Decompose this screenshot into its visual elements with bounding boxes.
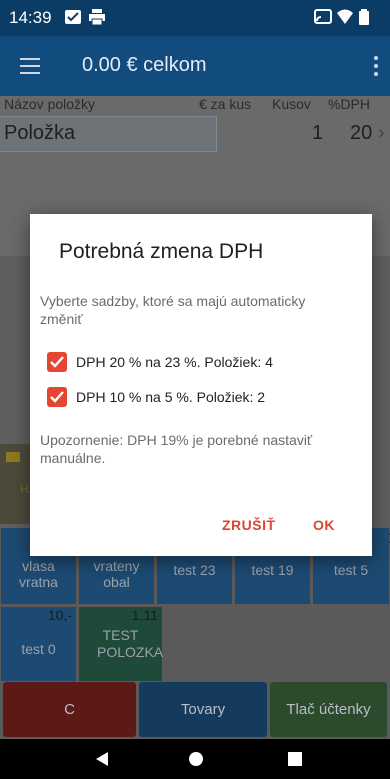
chevron-right-icon[interactable]: › — [378, 122, 385, 145]
menu-icon[interactable] — [20, 58, 40, 74]
qty-value[interactable]: 1 — [312, 122, 323, 145]
products-button[interactable]: Tovary — [139, 682, 267, 737]
dialog-title: Potrebná zmena DPH — [59, 240, 264, 263]
dialog-message: Vyberte sadzby, ktoré sa majú automatick… — [40, 293, 306, 327]
checkbox-checked-icon[interactable] — [47, 387, 67, 407]
battery-icon — [358, 9, 370, 25]
hidden-tile[interactable]: H — [0, 444, 30, 524]
tile-label: TEST POLOZKA — [97, 627, 164, 660]
qty-header: Kusov — [272, 96, 311, 112]
option-label: DPH 20 % na 23 %. Položiek: 4 — [76, 354, 273, 370]
vat-option-10-to-5[interactable]: DPH 10 % na 5 %. Položiek: 2 — [47, 386, 347, 408]
unit-price-header: € za kus — [199, 96, 252, 112]
tile-test-0[interactable]: 10,- test 0 — [1, 607, 76, 681]
status-bar: 14:39 — [0, 0, 390, 36]
ok-button[interactable]: OK — [313, 517, 335, 533]
tile-label: test 23 — [173, 562, 216, 578]
tile-label: vlasa vratna — [19, 558, 58, 590]
vat-header: %DPH — [328, 96, 371, 112]
dialog-warning: Upozornenie: DPH 19% je porebné nastaviť… — [40, 432, 313, 466]
folder-icon — [6, 452, 20, 462]
printer-icon — [88, 9, 106, 26]
name-header: Názov položky — [4, 96, 96, 112]
home-icon[interactable] — [188, 751, 204, 772]
option-label: DPH 10 % na 5 %. Položiek: 2 — [76, 389, 266, 405]
checkbox-notification-icon — [64, 9, 82, 25]
print-receipt-button[interactable]: Tlač účtenky — [270, 682, 387, 737]
back-icon[interactable] — [94, 751, 110, 772]
more-options-icon[interactable] — [374, 56, 378, 80]
status-time: 14:39 — [9, 8, 52, 27]
navigation-bar — [0, 739, 390, 779]
hidden-tile-label: H — [20, 482, 29, 496]
clear-button[interactable]: C — [3, 682, 136, 737]
tile-label: vrateny obal — [93, 558, 140, 590]
app-bar: 0.00 € celkom — [0, 36, 390, 96]
vat-option-20-to-23[interactable]: DPH 20 % na 23 %. Položiek: 4 — [47, 351, 347, 373]
tile-test-polozka[interactable]: 1,11 TEST POLOZKA — [79, 607, 164, 681]
tile-label: test 0 — [21, 641, 56, 657]
page-title: 0.00 € celkom — [82, 54, 207, 76]
cancel-button[interactable]: ZRUŠIŤ — [222, 517, 276, 533]
item-name-value: Položka — [4, 122, 76, 144]
tile-label: test 5 — [333, 562, 369, 578]
checkbox-checked-icon[interactable] — [47, 352, 67, 372]
cast-icon — [314, 9, 332, 25]
recents-icon[interactable] — [288, 752, 302, 771]
vat-change-dialog: Potrebná zmena DPH Vyberte sadzby, ktoré… — [30, 214, 372, 556]
tile-label: test 19 — [251, 562, 294, 578]
vat-value[interactable]: 20 — [350, 122, 372, 145]
wifi-icon — [336, 9, 354, 25]
tile-price: 1,11 — [131, 607, 158, 623]
tile-price: 10,- — [47, 607, 72, 623]
